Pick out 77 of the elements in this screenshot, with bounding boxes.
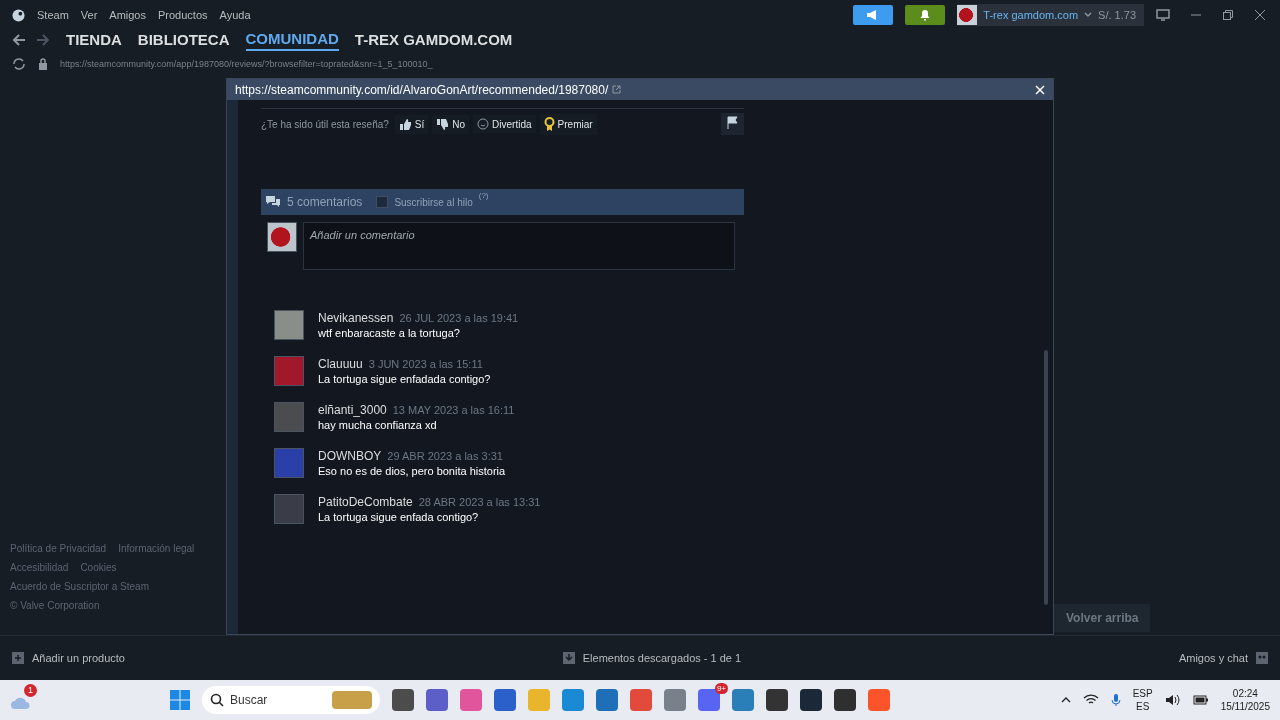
download-icon: [562, 652, 575, 664]
avatar-icon: [957, 5, 978, 25]
add-product-button[interactable]: Añadir un producto: [12, 652, 125, 664]
friends-chat-button[interactable]: Amigos y chat: [1178, 652, 1268, 664]
forward-arrow-icon[interactable]: [36, 33, 50, 47]
vote-button[interactable]: Sí: [394, 114, 429, 134]
account-menu[interactable]: T-rex gamdom.com S/. 1.73: [957, 4, 1144, 26]
announcements-button[interactable]: [853, 5, 894, 25]
menu-item[interactable]: Steam: [37, 9, 69, 21]
smiley-icon: [477, 118, 490, 130]
comment-count: 5 comentarios: [287, 195, 363, 209]
scrollbar-thumb[interactable]: [1044, 350, 1048, 605]
notification-badge: 9+: [714, 683, 728, 694]
menu-item[interactable]: Productos: [158, 9, 208, 21]
plus-icon: [12, 652, 24, 664]
address-text[interactable]: https://steamcommunity.com/app/1987080/reviews/?browsefilter=toprated&snr=1_5_100010_: [60, 59, 433, 69]
comment-text: hay mucha confianza xd: [318, 419, 438, 431]
friends-icon: [1256, 652, 1268, 664]
comment-input[interactable]: Añadir un comentario: [303, 222, 735, 270]
bell-icon: [919, 9, 932, 21]
search-icon: [210, 693, 224, 707]
comment-date: 29 ABR 2023 a las 3:31: [387, 450, 503, 462]
language-indicator[interactable]: ESP ES: [1132, 687, 1153, 713]
nav-tab[interactable]: BIBLIOTECA: [137, 30, 230, 50]
thumbs-up-icon: [398, 117, 412, 131]
comment-text: wtf enbaracaste a la tortuga?: [318, 327, 461, 339]
subscribe-checkbox[interactable]: [376, 196, 389, 208]
battery-icon[interactable]: [1192, 695, 1209, 705]
comment-text: La tortuga sigue enfadada contigo?: [318, 373, 491, 385]
comment-author[interactable]: PatitoDeCombate: [318, 495, 413, 509]
close-icon[interactable]: [1254, 9, 1266, 21]
notification-badge: 1: [24, 684, 37, 697]
nav-tab[interactable]: T-REX GAMDOM.COM: [354, 30, 513, 50]
subscribe-label: Suscribirse al hilo: [394, 196, 473, 208]
chevron-down-icon: [1084, 12, 1093, 18]
comment-author[interactable]: Clauuuu: [318, 357, 363, 371]
menu-item[interactable]: Ayuda: [219, 9, 251, 21]
back-arrow-icon[interactable]: [12, 33, 26, 47]
speech-bubbles-icon: [265, 195, 281, 209]
flag-icon: [726, 116, 739, 129]
comment-date: 28 ABR 2023 a las 13:31: [418, 496, 541, 508]
downloads-status[interactable]: Elementos descargados - 1 de 1: [562, 652, 742, 664]
helpful-prompt: ¿Te ha sido útil esta reseña?: [261, 118, 389, 130]
comment-date: 13 MAY 2023 a las 16:11: [392, 404, 515, 416]
notifications-button[interactable]: [905, 5, 946, 25]
lock-icon: [38, 58, 48, 70]
help-link[interactable]: (?): [478, 191, 489, 200]
comment-text: Eso no es de dios, pero bonita historia: [318, 465, 506, 477]
award-medal-icon: [543, 116, 555, 132]
comment-date: 3 JUN 2023 a las 15:11: [368, 358, 483, 370]
thumbs-down-icon: [436, 117, 450, 131]
comment-author[interactable]: elñanti_3000: [318, 403, 387, 417]
reload-icon[interactable]: [12, 58, 26, 70]
external-link-icon: [611, 84, 621, 94]
speaker-icon[interactable]: [1164, 693, 1181, 707]
comment-text: La tortuga sigue enfada contigo?: [318, 511, 480, 523]
comment-author[interactable]: Nevikanessen: [318, 311, 394, 325]
menu-item[interactable]: Amigos: [109, 9, 146, 21]
microphone-icon[interactable]: [1110, 693, 1121, 707]
menu-item[interactable]: Ver: [80, 9, 98, 21]
clock[interactable]: 02:24 15/11/2025: [1220, 687, 1270, 713]
user-avatar: [267, 222, 297, 252]
vote-button[interactable]: Premiar: [539, 113, 597, 135]
comment-author[interactable]: DOWNBOY: [318, 449, 382, 463]
steam-logo-icon: [12, 8, 25, 22]
maximize-icon[interactable]: [1222, 9, 1234, 21]
vote-button[interactable]: No: [432, 114, 470, 134]
report-flag-button[interactable]: [721, 113, 744, 135]
taskbar-search-field[interactable]: Buscar: [202, 686, 380, 714]
windows-start-icon[interactable]: [170, 690, 190, 710]
nav-tab[interactable]: COMUNIDAD: [245, 29, 339, 51]
vote-button[interactable]: Divertida: [473, 115, 536, 133]
monitor-icon[interactable]: [1156, 9, 1170, 21]
nav-tab[interactable]: TIENDA: [66, 30, 122, 50]
wifi-icon[interactable]: [1082, 694, 1099, 706]
chevron-up-icon[interactable]: [1060, 697, 1071, 703]
comment-date: 26 JUL 2023 a las 19:41: [399, 312, 519, 324]
